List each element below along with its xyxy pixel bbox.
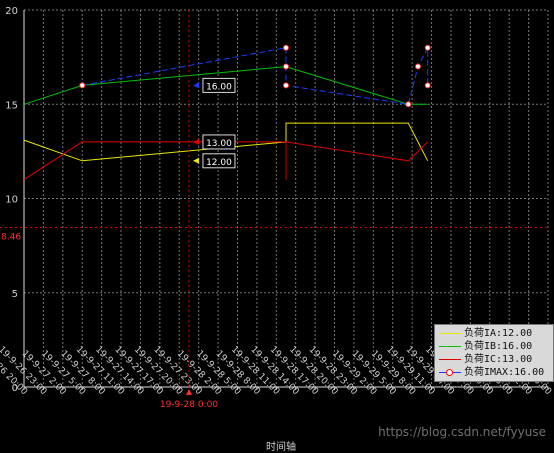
callout-arrow-icon — [192, 82, 199, 89]
data-point-marker — [283, 63, 289, 70]
legend-swatch-ib — [439, 345, 461, 347]
crosshair-time-label: 19-9-28 0:00 — [160, 400, 218, 410]
callout-value: 12.00 — [206, 158, 232, 168]
legend-item-ib[interactable]: 负荷IB:16.00 — [439, 340, 532, 353]
watermark: https://blog.csdn.net/fyyuse — [378, 425, 546, 439]
legend-swatch-ia — [439, 332, 461, 334]
data-point-marker — [424, 82, 431, 89]
legend-item-ia[interactable]: 负荷IA:12.00 — [439, 327, 532, 340]
y-tick-label: 15 — [5, 100, 18, 111]
data-point-marker — [283, 82, 289, 89]
callout-arrow-icon — [192, 138, 199, 145]
legend-item-ic[interactable]: 负荷IC:13.00 — [439, 353, 532, 366]
legend: 负荷IA:12.00 负荷IB:16.00 负荷IC:13.00 负荷IMAX:… — [434, 324, 554, 382]
y-tick-label: 5 — [12, 289, 18, 300]
x-axis-title: 时间轴 — [266, 442, 296, 453]
data-point-marker — [283, 44, 289, 51]
data-point-marker — [405, 101, 412, 108]
data-point-marker — [424, 44, 431, 51]
legend-marker-icon — [446, 368, 453, 376]
data-point-marker — [414, 63, 421, 70]
data-point-marker — [79, 82, 86, 89]
crosshair-y-value: 8.46 — [1, 233, 21, 243]
legend-swatch-ic — [439, 358, 461, 360]
callout-value: 13.00 — [206, 139, 232, 149]
legend-swatch-imax — [439, 368, 461, 376]
callout-value: 16.00 — [206, 82, 232, 92]
legend-item-imax[interactable]: 负荷IMAX:16.00 — [439, 366, 544, 379]
callout-arrow-icon — [192, 157, 199, 164]
y-tick-label: 20 — [5, 6, 18, 17]
series-line-imax — [82, 47, 429, 105]
y-tick-label: 10 — [5, 195, 18, 206]
